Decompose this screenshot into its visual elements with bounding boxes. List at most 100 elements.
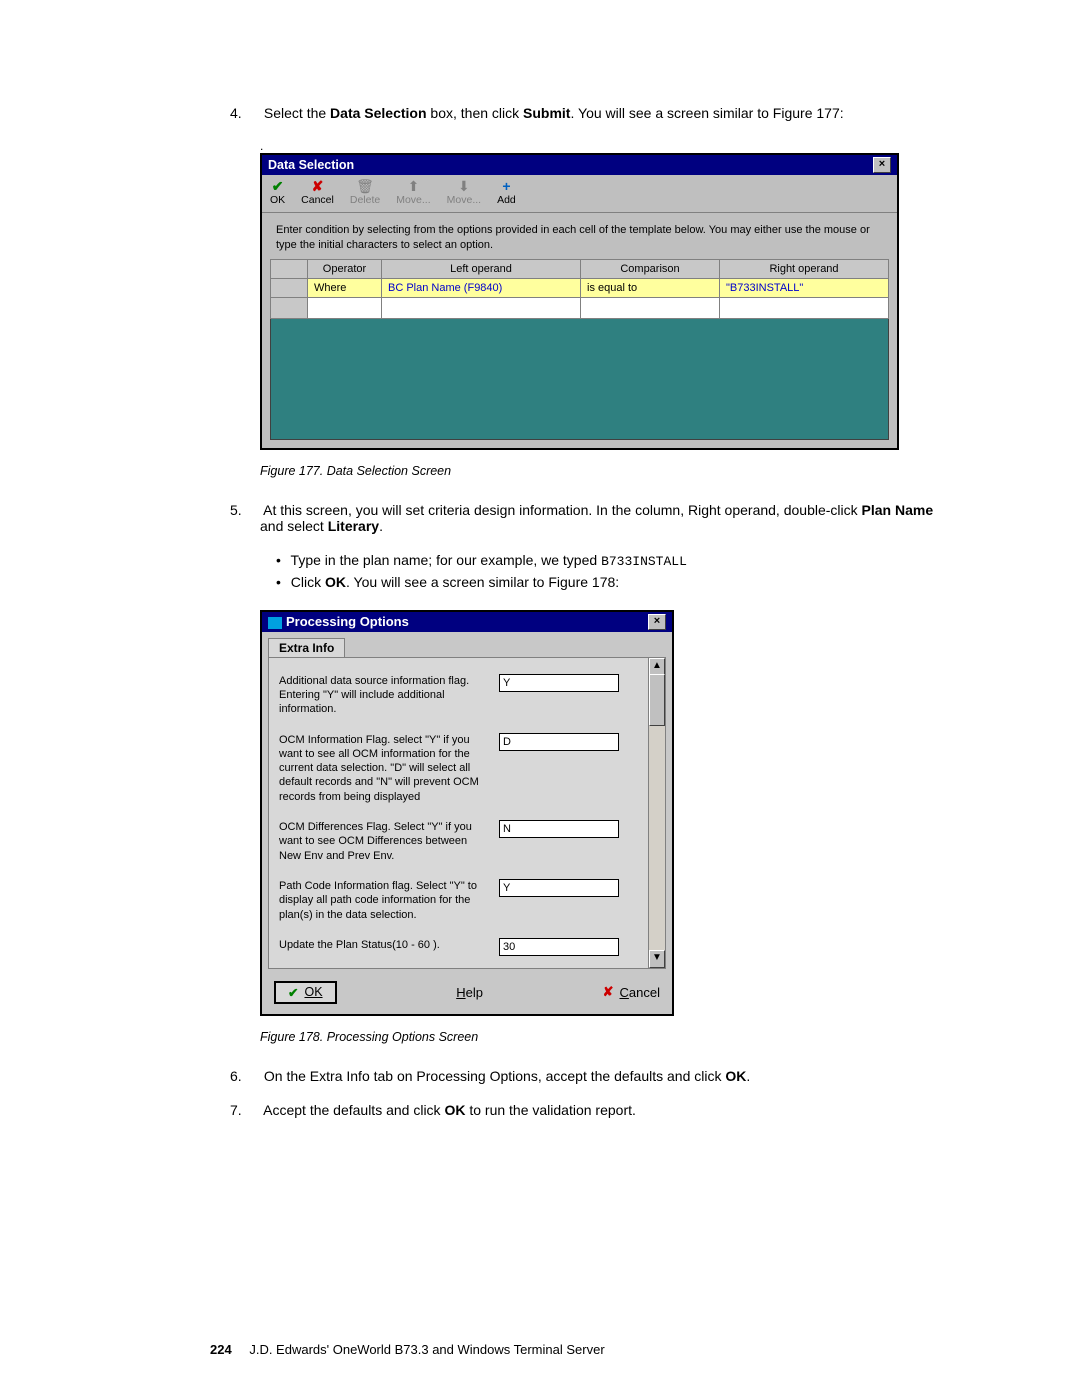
step5-bold-2: Literary <box>328 518 379 534</box>
toolbar: ✔OK ✘Cancel 🗑Delete ⬆Move... ⬇Move... +A… <box>262 175 897 213</box>
data-selection-dialog: Data Selection × ✔OK ✘Cancel 🗑Delete ⬆Mo… <box>260 153 899 450</box>
option-label: Update the Plan Status(10 - 60 ). <box>279 938 489 952</box>
grid-wrap: Operator Left operand Comparison Right o… <box>262 259 897 448</box>
option-label: Additional data source information flag.… <box>279 674 489 717</box>
sub2-text-b: . You will see a screen similar to Figur… <box>346 574 619 590</box>
option-input-plan-status[interactable] <box>499 938 619 956</box>
close-icon[interactable]: × <box>648 614 666 630</box>
row-selector[interactable] <box>271 297 308 318</box>
empty-cell[interactable] <box>308 297 382 318</box>
processing-options-dialog: Processing Options × Extra Info ▲ ▼ Addi… <box>260 610 674 1016</box>
arrow-down-icon: ⬇ <box>447 178 481 194</box>
cell-operator[interactable]: Where <box>308 278 382 297</box>
move-down-button[interactable]: ⬇Move... <box>447 178 481 206</box>
step5-text-a: At this screen, you will set criteria de… <box>263 502 861 518</box>
option-row-5: Update the Plan Status(10 - 60 ). <box>279 938 655 956</box>
bullet-icon: • <box>276 574 287 590</box>
empty-cell[interactable] <box>382 297 581 318</box>
ok-button[interactable]: ✔OK <box>270 178 285 206</box>
empty-cell[interactable] <box>581 297 720 318</box>
plus-icon: + <box>497 178 516 194</box>
x-icon: ✘ <box>603 984 614 1000</box>
cell-left-operand[interactable]: BC Plan Name (F9840) <box>382 278 581 297</box>
grid-empty-row <box>271 297 889 318</box>
grid-header-row: Operator Left operand Comparison Right o… <box>271 259 889 278</box>
option-input-ocm-diff[interactable] <box>499 820 619 838</box>
option-input-addl-info[interactable] <box>499 674 619 692</box>
step-7: 7. Accept the defaults and click OK to r… <box>260 1102 960 1118</box>
page-number: 224 <box>210 1342 232 1357</box>
add-button[interactable]: +Add <box>497 178 516 206</box>
cancel-button[interactable]: ✘Cancel <box>301 178 334 206</box>
move-up-button[interactable]: ⬆Move... <box>396 178 430 206</box>
cancel-button[interactable]: ✘Cancel <box>603 984 660 1000</box>
sub2-text-a: Click <box>291 574 325 590</box>
step-4: 4. Select the Data Selection box, then c… <box>260 105 960 121</box>
check-icon: ✔ <box>288 985 298 1000</box>
sub1-code: B733INSTALL <box>601 554 687 569</box>
col-right-operand: Right operand <box>720 259 889 278</box>
cell-right-operand[interactable]: "B733INSTALL" <box>720 278 889 297</box>
page-footer: 224 J.D. Edwards' OneWorld B73.3 and Win… <box>210 1342 605 1357</box>
bullet-icon: • <box>276 552 287 568</box>
cell-comparison[interactable]: is equal to <box>581 278 720 297</box>
grid-background <box>270 319 889 440</box>
arrow-up-icon: ⬆ <box>396 178 430 194</box>
criteria-grid: Operator Left operand Comparison Right o… <box>270 259 889 319</box>
help-button[interactable]: Help <box>456 985 483 1000</box>
step7-text: Accept the defaults and click <box>263 1102 444 1118</box>
dialog-title: Processing Options <box>286 614 409 629</box>
option-input-path-code[interactable] <box>499 879 619 897</box>
step4-bold-1: Data Selection <box>330 105 426 121</box>
step4-bold-2: Submit <box>523 105 570 121</box>
option-row-4: Path Code Information flag. Select "Y" t… <box>279 879 655 922</box>
step4-text-b: box, then click <box>427 105 524 121</box>
button-row: ✔OK Help ✘Cancel <box>262 975 672 1014</box>
dialog-titlebar: Data Selection × <box>262 155 897 175</box>
tab-extra-info[interactable]: Extra Info <box>268 638 345 657</box>
option-label: Path Code Information flag. Select "Y" t… <box>279 879 489 922</box>
scroll-down-icon[interactable]: ▼ <box>649 950 665 968</box>
step7-bold: OK <box>444 1102 465 1118</box>
x-icon: ✘ <box>301 178 334 194</box>
step6-end: . <box>746 1068 750 1084</box>
option-input-ocm-info[interactable] <box>499 733 619 751</box>
footer-text: J.D. Edwards' OneWorld B73.3 and Windows… <box>249 1342 604 1357</box>
row-selector[interactable] <box>271 278 308 297</box>
step4-text-a: Select the <box>264 105 330 121</box>
sub1-text: Type in the plan name; for our example, … <box>291 552 602 568</box>
step-6: 6. On the Extra Info tab on Processing O… <box>260 1068 960 1084</box>
step4-text-c: . You will see a screen similar to Figur… <box>570 105 843 121</box>
grid-data-row: Where BC Plan Name (F9840) is equal to "… <box>271 278 889 297</box>
option-label: OCM Differences Flag. Select "Y" if you … <box>279 820 489 863</box>
step-number: 7. <box>230 1102 260 1118</box>
empty-cell[interactable] <box>720 297 889 318</box>
document-page: 4. Select the Data Selection box, then c… <box>0 0 1080 1397</box>
app-icon <box>268 617 282 629</box>
step6-text: On the Extra Info tab on Processing Opti… <box>264 1068 725 1084</box>
col-operator: Operator <box>308 259 382 278</box>
col-comparison: Comparison <box>581 259 720 278</box>
option-row-2: OCM Information Flag. select "Y" if you … <box>279 733 655 804</box>
step-5: 5. At this screen, you will set criteria… <box>260 502 960 534</box>
instruction-text: Enter condition by selecting from the op… <box>262 213 897 259</box>
step5-sub1: • Type in the plan name; for our example… <box>290 552 960 569</box>
step5-text-c: . <box>379 518 383 534</box>
ok-button[interactable]: ✔OK <box>274 981 337 1004</box>
dialog-title: Data Selection <box>268 158 354 172</box>
option-label: OCM Information Flag. select "Y" if you … <box>279 733 489 804</box>
option-row-3: OCM Differences Flag. Select "Y" if you … <box>279 820 655 863</box>
dialog-titlebar: Processing Options × <box>262 612 672 632</box>
col-left-operand: Left operand <box>382 259 581 278</box>
scrollbar[interactable]: ▲ ▼ <box>648 658 665 968</box>
step5-sub2: • Click OK. You will see a screen simila… <box>290 574 960 590</box>
close-icon[interactable]: × <box>873 157 891 173</box>
option-row-1: Additional data source information flag.… <box>279 674 655 717</box>
check-icon: ✔ <box>270 178 285 194</box>
step7-end: to run the validation report. <box>465 1102 635 1118</box>
delete-button[interactable]: 🗑Delete <box>350 178 380 206</box>
step-number: 6. <box>230 1068 260 1084</box>
step5-text-b: and select <box>260 518 328 534</box>
step-number: 5. <box>230 502 260 518</box>
scroll-thumb[interactable] <box>649 674 665 726</box>
